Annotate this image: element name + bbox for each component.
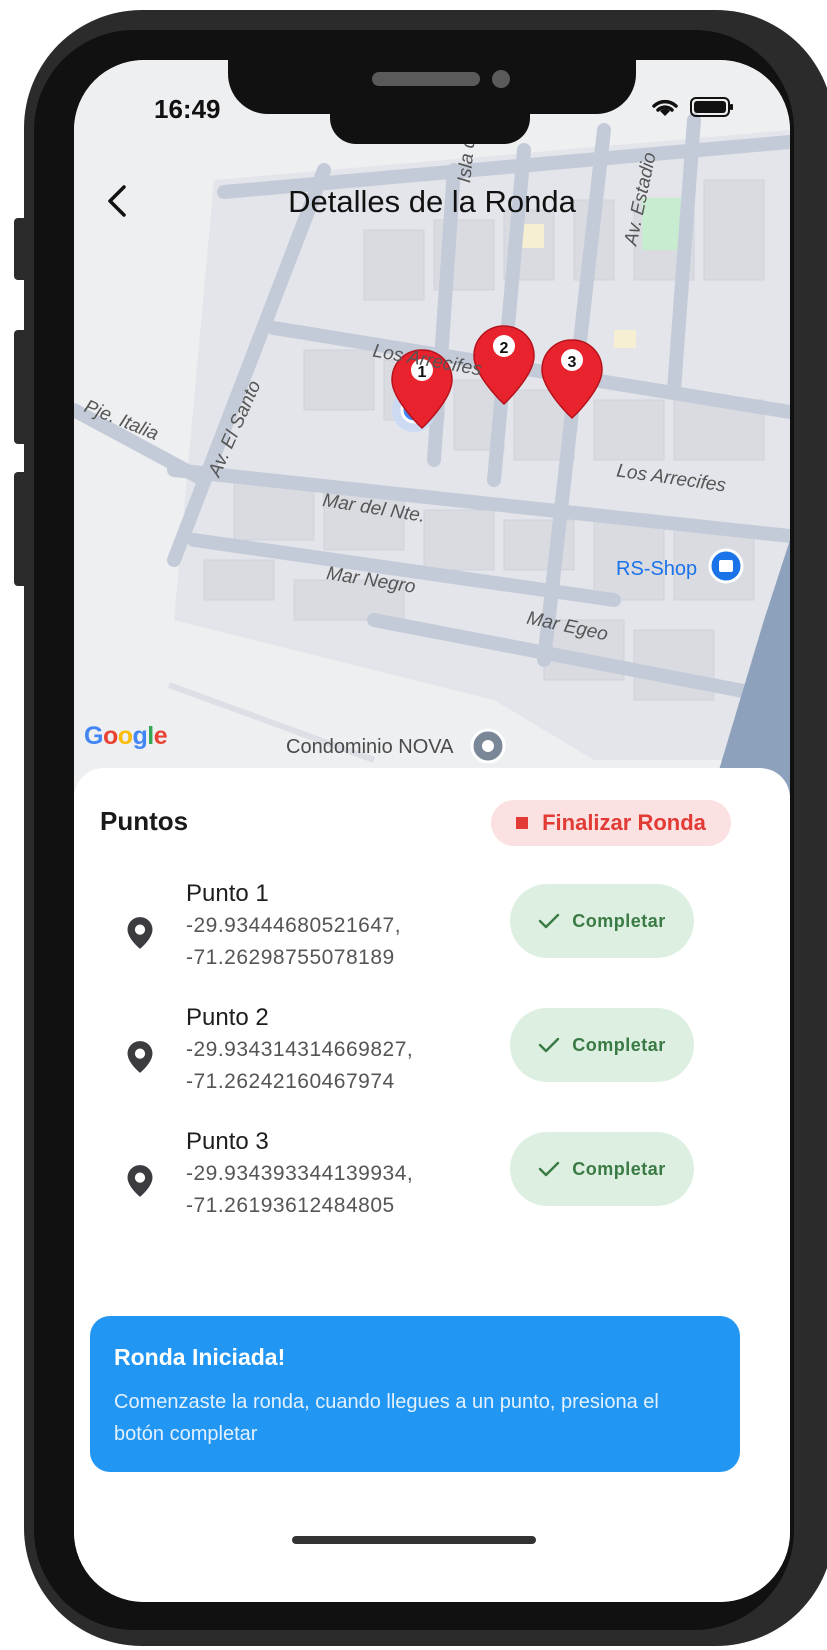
point-name: Punto 2 bbox=[186, 1004, 269, 1031]
point-item-3: Punto 3 -29.934393344139934, -71.2619361… bbox=[74, 1128, 790, 1238]
snackbar-message: Comenzaste la ronda, cuando llegues a un… bbox=[114, 1391, 659, 1445]
point-latitude: -29.934314314669827, bbox=[186, 1038, 414, 1061]
point-longitude: -71.26242160467974 bbox=[186, 1070, 395, 1093]
volume-down-button bbox=[14, 472, 28, 586]
check-icon bbox=[539, 1161, 560, 1177]
complete-point-1-button[interactable]: Completar bbox=[510, 884, 694, 958]
round-started-snackbar: Ronda Iniciada! Comenzaste la ronda, cua… bbox=[90, 1316, 740, 1472]
complete-label: Completar bbox=[572, 1034, 666, 1055]
wifi-icon bbox=[652, 99, 678, 116]
location-pin-icon bbox=[127, 1041, 153, 1073]
finish-round-label: Finalizar Ronda bbox=[542, 810, 706, 835]
complete-label: Completar bbox=[572, 1158, 666, 1179]
point-name: Punto 3 bbox=[186, 1128, 269, 1155]
battery-icon bbox=[690, 97, 733, 117]
location-pin-icon bbox=[127, 1165, 153, 1197]
notch-camera-housing bbox=[330, 100, 530, 144]
panel-title: Puntos bbox=[100, 806, 189, 836]
point-longitude: -71.26298755078189 bbox=[186, 946, 395, 969]
location-pin-icon bbox=[127, 917, 153, 949]
complete-point-2-button[interactable]: Completar bbox=[510, 1008, 694, 1082]
svg-text:3: 3 bbox=[568, 354, 577, 371]
phone-screen: 1 2 3 Los Arrecifes Los Arrecifes Pje. I… bbox=[74, 60, 790, 1602]
poi-condominio[interactable]: Condominio NOVA bbox=[286, 736, 453, 759]
points-panel: Puntos Finalizar Ronda Punto 1 -29.93444… bbox=[74, 768, 790, 1602]
poi-rs-shop[interactable]: RS-Shop bbox=[616, 558, 697, 581]
finish-round-button[interactable]: Finalizar Ronda bbox=[491, 800, 731, 846]
speaker-grille bbox=[372, 72, 480, 86]
app-header: Detalles de la Ronda bbox=[74, 172, 790, 232]
point-latitude: -29.93444680521647, bbox=[186, 914, 402, 937]
page-title: Detalles de la Ronda bbox=[288, 184, 576, 219]
point-longitude: -71.26193612484805 bbox=[186, 1194, 395, 1217]
svg-text:2: 2 bbox=[500, 340, 509, 357]
complete-label: Completar bbox=[572, 910, 666, 931]
point-item-1: Punto 1 -29.93444680521647, -71.26298755… bbox=[74, 880, 790, 990]
point-name: Punto 1 bbox=[186, 880, 269, 907]
snackbar-title: Ronda Iniciada! bbox=[114, 1344, 286, 1370]
check-icon bbox=[539, 1037, 560, 1053]
point-item-2: Punto 2 -29.934314314669827, -71.2624216… bbox=[74, 1004, 790, 1114]
volume-up-button bbox=[14, 330, 28, 444]
front-camera bbox=[492, 70, 510, 88]
status-icons bbox=[650, 96, 734, 118]
check-icon bbox=[539, 913, 560, 929]
complete-point-3-button[interactable]: Completar bbox=[510, 1132, 694, 1206]
stop-icon bbox=[516, 817, 529, 829]
home-indicator[interactable] bbox=[292, 1536, 536, 1544]
silent-switch bbox=[14, 218, 28, 280]
point-latitude: -29.934393344139934, bbox=[186, 1162, 414, 1185]
status-time: 16:49 bbox=[154, 94, 221, 124]
google-logo: Google bbox=[84, 722, 168, 750]
